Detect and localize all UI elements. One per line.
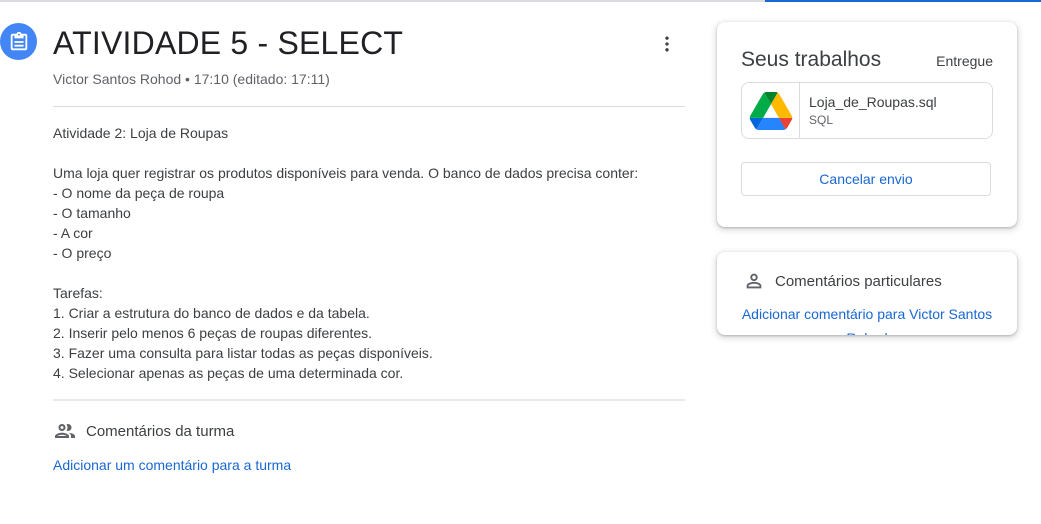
unsubmit-button[interactable]: Cancelar envio [741, 162, 991, 196]
more-options-button[interactable] [653, 30, 681, 58]
task-item: 2. Inserir pelo menos 6 peças de roupas … [53, 325, 373, 341]
your-work-title: Seus trabalhos [741, 48, 882, 71]
class-comments-header: Comentários da turma [53, 419, 234, 443]
attachment-type: SQL [809, 113, 834, 127]
divider [53, 106, 685, 107]
person-icon [746, 273, 762, 289]
your-work-card: Seus trabalhos Entregue Loja_de_Roupas.s… [717, 22, 1017, 227]
tasks-heading: Tarefas: [53, 285, 103, 301]
private-comments-card: Comentários particulares Adicionar comen… [717, 252, 1017, 335]
google-drive-icon [742, 83, 800, 138]
status-badge: Entregue [936, 53, 993, 69]
add-private-comment-link[interactable]: Adicionar comentário para Victor Santos … [737, 302, 997, 335]
assignment-meta: Victor Santos Rohod • 17:10 (editado: 17… [53, 71, 330, 87]
assignment-icon [0, 23, 37, 60]
task-item: 3. Fazer uma consulta para listar todas … [53, 345, 433, 361]
task-item: 4. Selecionar apenas as peças de uma det… [53, 365, 404, 381]
private-comments-label: Comentários particulares [775, 272, 942, 290]
private-comments-header: Comentários particulares [743, 270, 942, 292]
add-class-comment-link[interactable]: Adicionar um comentário para a turma [53, 457, 291, 473]
description-field: - O nome da peça de roupa [53, 185, 225, 201]
description-field: - A cor [53, 225, 93, 241]
top-border-accent [765, 0, 1041, 2]
more-vert-icon [665, 36, 669, 52]
attachment-file[interactable]: Loja_de_Roupas.sql SQL [741, 82, 993, 139]
people-icon [55, 424, 75, 438]
attachment-name: Loja_de_Roupas.sql [809, 94, 937, 110]
description-intro: Uma loja quer registrar os produtos disp… [53, 165, 639, 181]
class-comments-label: Comentários da turma [86, 422, 235, 440]
description-heading: Atividade 2: Loja de Roupas [53, 125, 229, 141]
page-title: ATIVIDADE 5 - SELECT [53, 25, 404, 61]
assignment-description: Atividade 2: Loja de Roupas Uma loja que… [53, 123, 685, 383]
task-item: 1. Criar a estrutura do banco de dados e… [53, 305, 370, 321]
divider [53, 399, 685, 401]
description-field: - O preço [53, 245, 112, 261]
description-field: - O tamanho [53, 205, 131, 221]
